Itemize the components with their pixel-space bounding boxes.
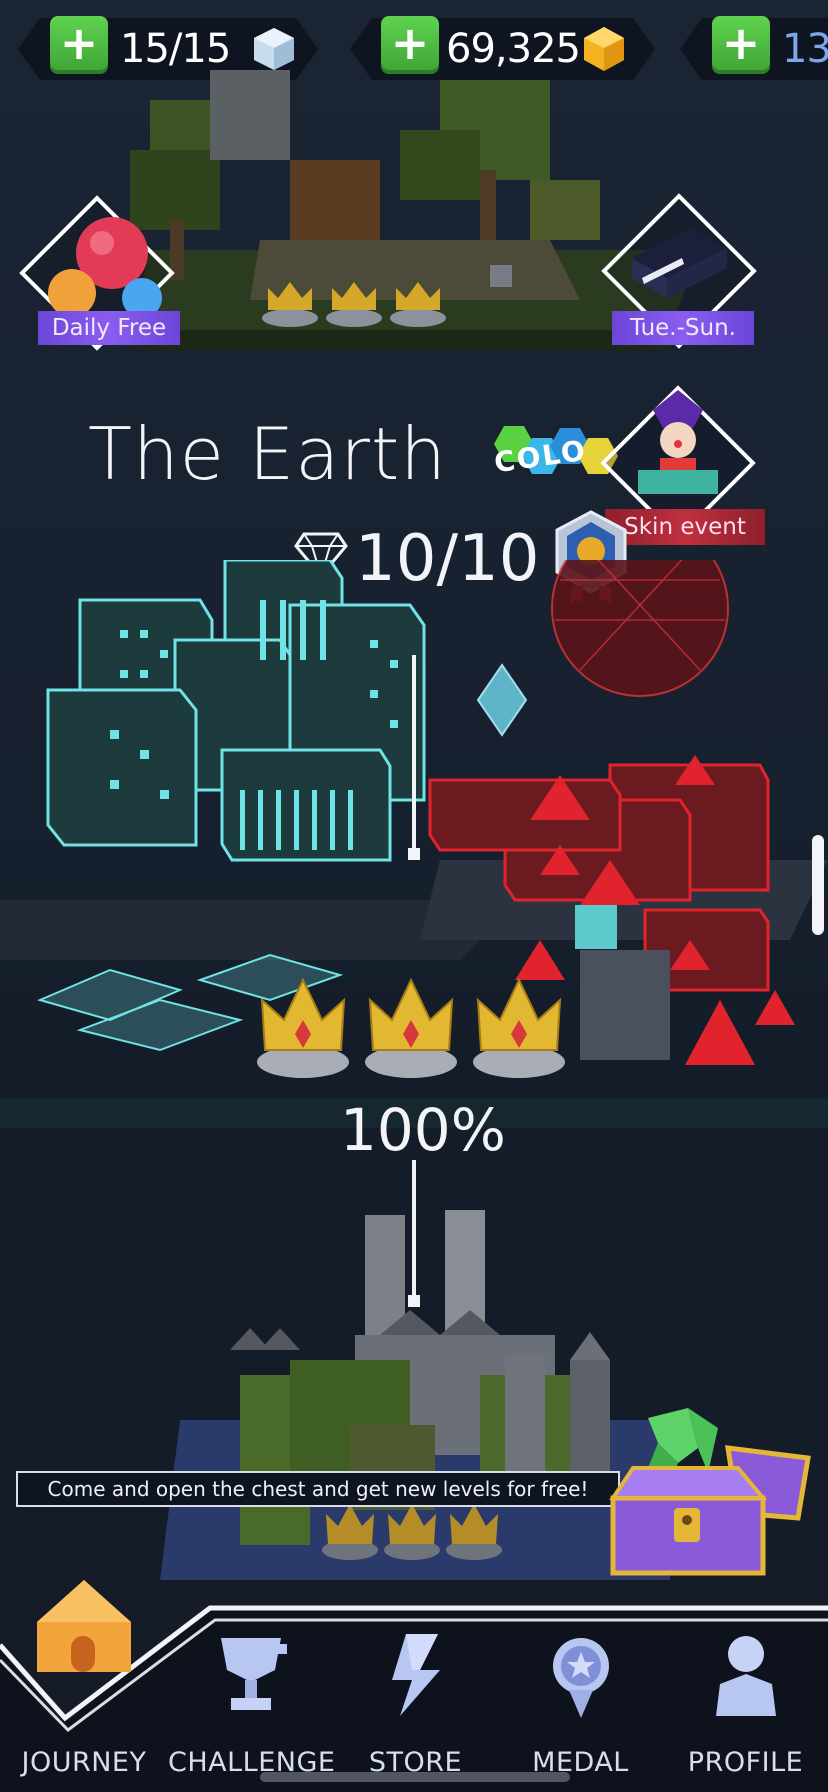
nav-profile[interactable]: PROFILE [663, 1590, 828, 1792]
nav-medal[interactable]: MEDAL [498, 1590, 663, 1792]
nav-store[interactable]: STORE [333, 1590, 498, 1792]
crown-icon [473, 977, 565, 1078]
nav-challenge-label: CHALLENGE [168, 1747, 336, 1778]
nav-journey-label: JOURNEY [21, 1747, 147, 1778]
medal-icon [552, 1638, 609, 1718]
nav-store-label: STORE [368, 1747, 463, 1778]
balloons-icon [48, 217, 162, 318]
daily-free-label: Daily Free [38, 311, 180, 345]
nav-challenge[interactable]: CHALLENGE [168, 1590, 336, 1792]
game-scene: + 15/15 + 69,325 + 130 [0, 0, 828, 1792]
bottom-navigation: JOURNEY CHALLENGE STORE MEDAL PROFILE [0, 1580, 828, 1792]
piano-event-label: Tue.-Sun. [612, 311, 754, 345]
player-icon [476, 663, 528, 737]
store-icon [391, 1634, 440, 1716]
level-title: The Earth [88, 412, 447, 496]
jester-icon [638, 390, 718, 494]
red-planet-icon [551, 560, 729, 697]
third-currency-amount: 130 [782, 26, 828, 72]
profile-icon [715, 1636, 776, 1716]
crown-icon [365, 977, 457, 1078]
plus-icon: + [59, 16, 99, 70]
house-icon [37, 1580, 131, 1672]
nav-journey[interactable]: JOURNEY [0, 1580, 168, 1792]
piano-icon [632, 228, 727, 298]
nav-medal-label: MEDAL [532, 1747, 629, 1778]
earth-level-diorama[interactable] [0, 560, 828, 1100]
trophy-icon [220, 1638, 287, 1710]
progress-percent: 100% [340, 1096, 506, 1164]
chest-tip-bubble: Come and open the chest and get new leve… [16, 1471, 620, 1507]
treasure-chest-icon[interactable] [608, 1408, 818, 1583]
add-third-currency-button[interactable]: + [712, 16, 770, 74]
scroll-indicator[interactable] [812, 835, 824, 935]
skin-event-label: Skin event [605, 509, 765, 545]
plus-icon: + [721, 16, 761, 70]
add-energy-button[interactable]: + [50, 16, 108, 74]
nav-profile-label: PROFILE [687, 1747, 804, 1778]
